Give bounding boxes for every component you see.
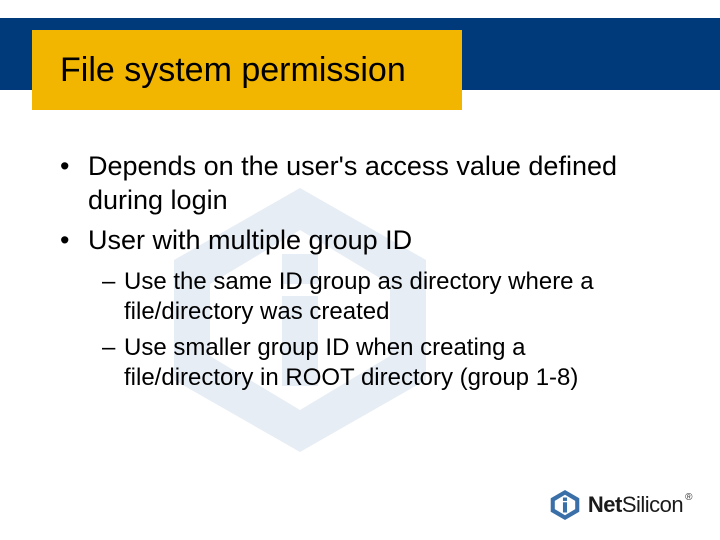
brand-logo: NetSilicon®: [548, 488, 692, 522]
slide-content: Depends on the user's access value defin…: [60, 150, 660, 399]
bullet-text: User with multiple group ID: [88, 225, 412, 255]
sub-bullet-text: Use smaller group ID when creating a fil…: [124, 334, 578, 391]
slide-title: File system permission: [60, 51, 406, 90]
bullet-text: Depends on the user's access value defin…: [88, 151, 617, 215]
brand-name-bold: Net: [588, 492, 622, 517]
bullet-item: User with multiple group ID Use the same…: [60, 224, 660, 394]
sub-bullet-item: Use the same ID group as directory where…: [102, 267, 660, 327]
brand-logo-icon: [548, 488, 582, 522]
brand-name: NetSilicon®: [588, 492, 692, 518]
bullet-item: Depends on the user's access value defin…: [60, 150, 660, 218]
brand-reg: ®: [685, 492, 692, 503]
sub-bullet-item: Use smaller group ID when creating a fil…: [102, 333, 660, 393]
sub-bullet-text: Use the same ID group as directory where…: [124, 268, 594, 325]
title-box: File system permission: [32, 30, 462, 110]
brand-name-light: Silicon: [622, 492, 683, 517]
